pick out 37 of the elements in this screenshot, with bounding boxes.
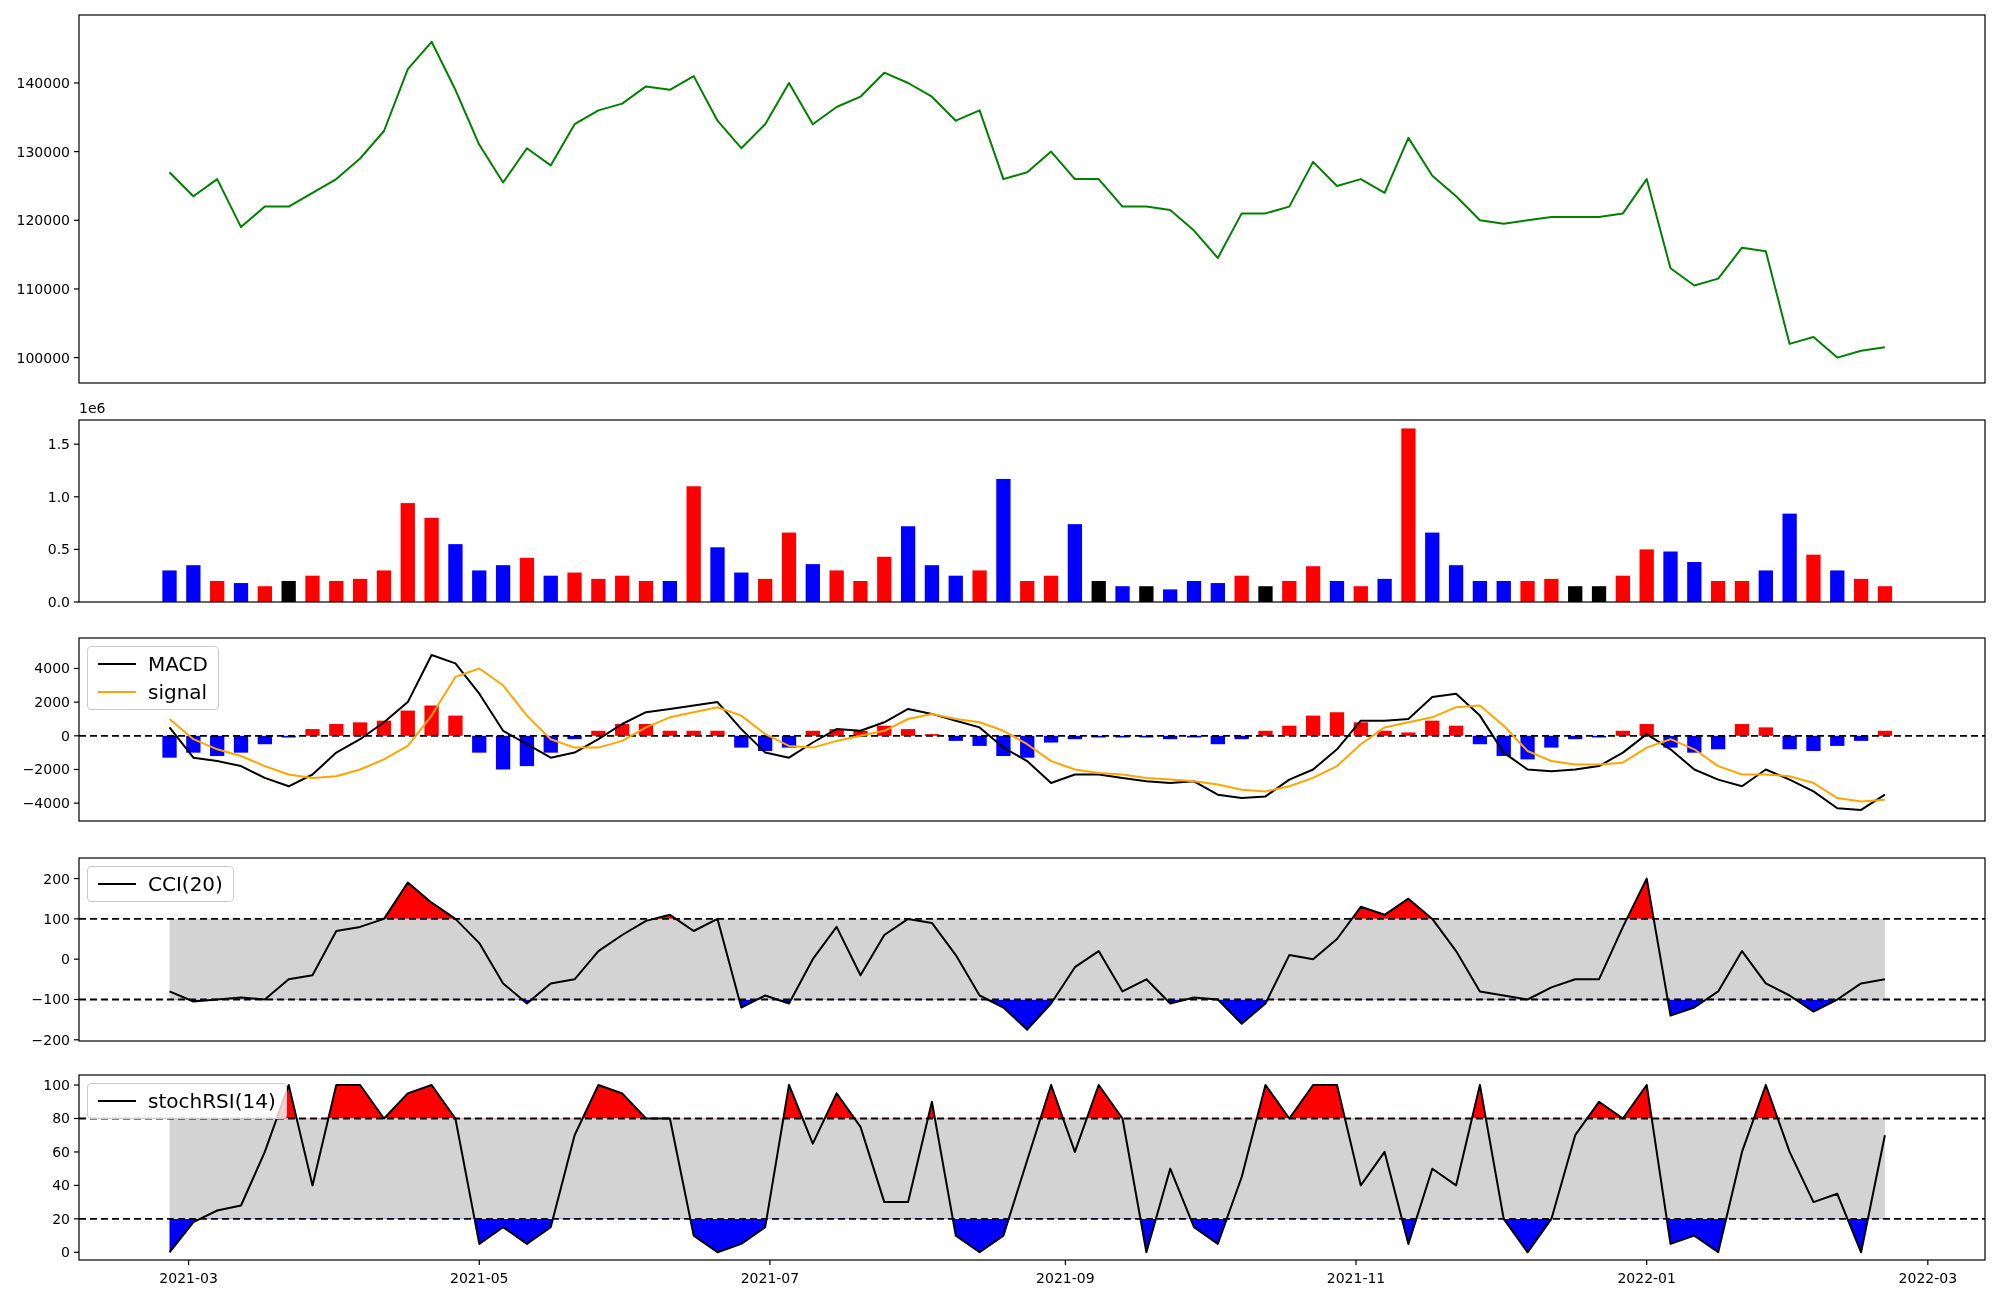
y-tick-label: 1.0 [47,488,70,505]
y-tick-label: 140000 [16,74,70,91]
x-tick-label: 2021-11 [1326,1270,1386,1286]
y-tick-label: 110000 [16,280,70,297]
y-tick-label: −4000 [22,795,70,812]
y-tick-label: 200 [43,870,70,887]
y-tick-label: 60 [52,1143,70,1160]
y-tick-label: −2000 [22,761,70,778]
y-tick-label: −200 [31,1031,70,1048]
axis-offset-label: 1e6 [79,400,106,416]
y-tick-label: 100000 [16,349,70,366]
y-tick-label: −100 [31,991,70,1008]
y-tick-label: 0.0 [47,594,70,610]
y-tick-label: 20 [52,1210,70,1227]
y-tick-label: 40 [52,1177,70,1194]
x-tick-label: 2021-09 [1036,1270,1095,1286]
y-tick-label: 2000 [34,694,70,711]
legend-label: MACD [148,651,208,677]
y-tick-label: 100 [43,1077,70,1094]
y-tick-label: 0.5 [47,541,70,558]
y-tick-label: 0 [61,1244,70,1261]
x-tick-label: 2021-03 [159,1270,218,1286]
y-tick-label: 120000 [16,212,70,229]
y-tick-label: 0 [61,727,70,744]
legend-label: CCI(20) [148,871,223,897]
x-tick-label: 2022-01 [1617,1270,1676,1286]
legend-label: signal [148,679,208,705]
x-tick-label: 2021-07 [740,1270,800,1286]
legend-label: stochRSI(14) [148,1088,276,1114]
x-tick-label: 2022-03 [1898,1270,1958,1286]
x-tick-label: 2021-05 [450,1270,509,1286]
y-tick-label: 0 [61,951,70,968]
y-tick-label: 80 [52,1110,70,1127]
y-tick-label: 4000 [34,660,70,677]
y-tick-label: 1.5 [47,436,70,453]
y-tick-label: 130000 [16,143,70,160]
y-tick-label: 100 [43,910,70,927]
